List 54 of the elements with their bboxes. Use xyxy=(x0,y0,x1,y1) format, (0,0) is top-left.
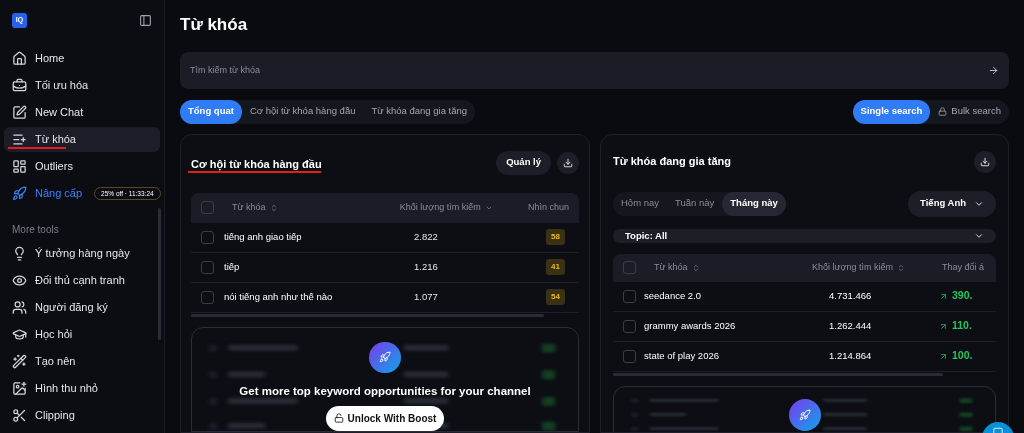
score-badge: 54 xyxy=(546,289,565,305)
topic-dropdown[interactable]: Topic: All xyxy=(613,228,996,243)
card-title: Từ khóa đang gia tăng xyxy=(613,154,731,170)
mode-toggle[interactable]: Single search xyxy=(852,99,931,124)
sidebar-item[interactable]: Ý tưởng hàng ngày xyxy=(4,241,160,266)
table-cell-text: 1.077 xyxy=(414,289,439,304)
sidebar-item[interactable]: Tối ưu hóa xyxy=(4,73,160,98)
table-cell-text: 4.731.466 xyxy=(829,289,873,304)
sidebar-item[interactable]: Home xyxy=(4,46,160,71)
period-tab[interactable]: Tháng này xyxy=(722,191,786,216)
column-header[interactable]: Khối lượng tìm kiếm xyxy=(399,200,528,215)
column-header[interactable]: Thay đổi á xyxy=(942,261,986,275)
table-cell-text: nói tiếng anh như thế nào xyxy=(224,289,334,304)
table-cell-text: 1.216 xyxy=(414,259,439,274)
sidebar-item[interactable]: Đối thủ cạnh tranh xyxy=(4,268,160,293)
sidebar-item[interactable]: Người đăng ký xyxy=(4,295,160,320)
sidebar-item[interactable]: Outliers xyxy=(4,154,160,179)
locked-message: Get more top keyword opportunities for your channel xyxy=(239,383,531,399)
tab[interactable]: Từ khóa đang gia tăng xyxy=(363,99,476,124)
table-cell-text: 1.214.864 xyxy=(829,349,873,364)
table-cell-text: grammy awards 2026 xyxy=(644,319,737,334)
sidebar-item[interactable]: Từ khóa xyxy=(4,127,160,152)
tab[interactable]: Cơ hội từ khóa hàng đầu xyxy=(241,99,364,124)
table-cell-text: tiếng anh giao tiếp xyxy=(224,229,303,244)
period-tab[interactable]: Tuần này xyxy=(667,191,723,216)
page-title: Từ khóa xyxy=(180,14,249,36)
change-cell: 390. xyxy=(939,288,973,305)
score-badge: 58 xyxy=(546,229,565,245)
column-header[interactable]: Nhìn chun xyxy=(527,200,569,215)
table-cell-text: state of play 2026 xyxy=(644,349,720,364)
table-cell-text: tiếp xyxy=(224,259,241,274)
sidebar-item[interactable]: Học hỏi xyxy=(4,322,160,347)
table-cell-text: 2.822 xyxy=(414,229,439,244)
mode-toggle[interactable]: Bulk search xyxy=(930,99,1009,124)
sidebar-item[interactable]: Hình thu nhỏ xyxy=(4,376,160,401)
sidebar-item[interactable]: Tạo nên xyxy=(4,349,160,374)
section-label: More tools xyxy=(11,223,60,237)
change-cell: 100. xyxy=(939,348,973,365)
table-cell-text: 1.262.444 xyxy=(829,319,873,334)
column-header[interactable]: Từ khóa xyxy=(232,200,390,215)
sidebar-item[interactable]: Clipping xyxy=(4,403,160,428)
score-badge: 41 xyxy=(546,259,565,275)
column-header[interactable]: Từ khóa xyxy=(654,261,804,275)
table-cell-text: seedance 2.0 xyxy=(644,289,703,304)
column-header[interactable]: Khối lượng tìm kiếm xyxy=(812,261,942,275)
tab[interactable]: Tổng quat xyxy=(180,99,242,124)
language-dropdown[interactable]: Tiếng Anh xyxy=(908,190,996,217)
unlock-button[interactable]: Unlock With Boost xyxy=(325,405,445,431)
card-title: Cơ hội từ khóa hàng đầu xyxy=(191,157,322,170)
search-field[interactable]: Tìm kiếm từ khóa xyxy=(180,51,1009,89)
sidebar-item[interactable]: New Chat xyxy=(4,100,160,125)
change-cell: 110. xyxy=(939,318,972,335)
manage-button[interactable]: Quản lý xyxy=(496,150,551,175)
period-tab[interactable]: Hôm nay xyxy=(613,191,667,216)
